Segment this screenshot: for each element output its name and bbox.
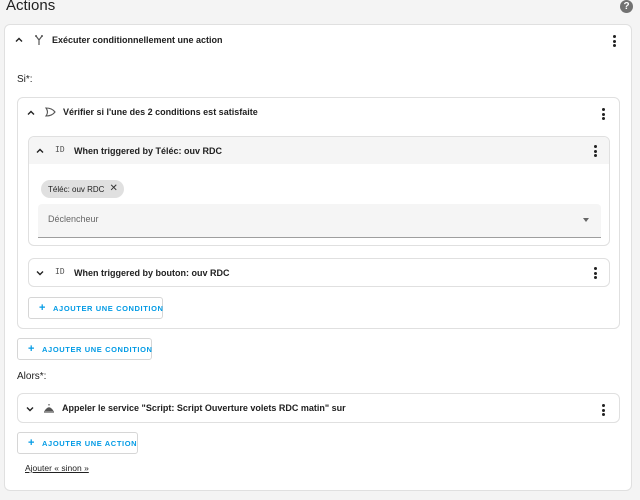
page-header: Actions ?: [0, 0, 640, 14]
or-block-menu-icon[interactable]: [602, 108, 606, 120]
trigger-chip-label: Téléc: ouv RDC: [48, 184, 105, 194]
plus-icon: +: [28, 437, 36, 449]
chevron-up-icon[interactable]: [26, 108, 36, 118]
identifier-icon: ID: [55, 145, 65, 154]
trigger-chip[interactable]: Téléc: ouv RDC ✕: [41, 180, 124, 198]
service-action-card[interactable]: Appeler le service "Script: Script Ouver…: [17, 393, 620, 423]
condition-card-1: ID When triggered by Téléc: ouv RDC Télé…: [28, 136, 610, 246]
action-card-choose: Exécuter conditionnellement une action S…: [4, 24, 632, 491]
add-condition-button-inner[interactable]: + AJOUTER UNE CONDITION: [28, 297, 163, 319]
page-title: Actions: [6, 0, 56, 14]
condition-2-menu-icon[interactable]: [594, 267, 598, 279]
identifier-icon: ID: [55, 267, 65, 276]
service-action-menu-icon[interactable]: [602, 404, 606, 416]
add-condition-label: AJOUTER UNE CONDITION: [42, 344, 153, 354]
trigger-select[interactable]: Déclencheur: [38, 204, 601, 238]
plus-icon: +: [39, 302, 47, 314]
action-menu-icon[interactable]: [613, 35, 617, 47]
close-icon[interactable]: ✕: [109, 184, 117, 194]
dropdown-arrow-icon: [583, 218, 589, 222]
condition-card-2[interactable]: ID When triggered by bouton: ouv RDC: [28, 258, 610, 287]
or-block-title: Vérifier si l'une des 2 conditions est s…: [63, 107, 258, 117]
chevron-down-icon[interactable]: [25, 404, 35, 414]
if-label: Si*:: [17, 74, 33, 85]
chevron-up-icon[interactable]: [14, 35, 24, 45]
then-label: Alors*:: [17, 371, 47, 382]
trigger-select-placeholder: Déclencheur: [48, 214, 99, 224]
room-service-icon: [44, 404, 54, 413]
chevron-down-icon[interactable]: [35, 268, 45, 278]
add-else-link[interactable]: Ajouter « sinon »: [25, 463, 89, 473]
logic-gate-or-icon: [44, 107, 56, 117]
add-condition-button[interactable]: + AJOUTER UNE CONDITION: [17, 338, 152, 360]
help-icon[interactable]: ?: [620, 0, 633, 13]
action-title: Exécuter conditionnellement une action: [52, 35, 223, 45]
add-condition-label: AJOUTER UNE CONDITION: [53, 303, 164, 313]
chevron-up-icon[interactable]: [35, 146, 45, 156]
condition-1-menu-icon[interactable]: [594, 145, 598, 157]
condition-1-title: When triggered by Téléc: ouv RDC: [74, 146, 223, 156]
plus-icon: +: [28, 343, 36, 355]
add-action-label: AJOUTER UNE ACTION: [42, 438, 138, 448]
or-condition-card: Vérifier si l'une des 2 conditions est s…: [17, 97, 620, 329]
condition-2-title: When triggered by bouton: ouv RDC: [74, 268, 230, 278]
service-action-title: Appeler le service "Script: Script Ouver…: [62, 403, 346, 413]
source-branch-icon: [35, 35, 43, 45]
add-action-button[interactable]: + AJOUTER UNE ACTION: [17, 432, 138, 454]
